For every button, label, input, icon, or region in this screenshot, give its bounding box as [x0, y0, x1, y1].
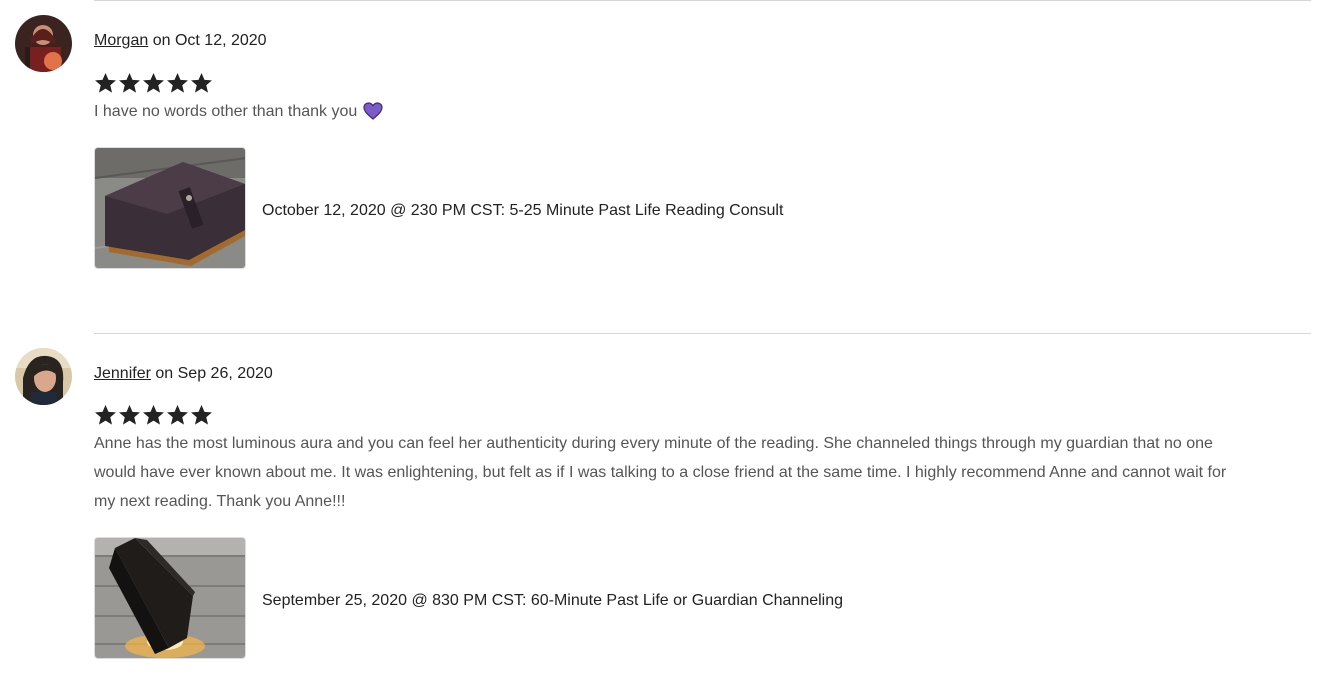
review-divider — [94, 0, 1311, 1]
star-icon — [191, 404, 212, 425]
review-text: Anne has the most luminous aura and you … — [94, 435, 1227, 510]
review-divider — [94, 333, 1311, 334]
author-link[interactable]: Jennifer — [94, 365, 151, 382]
review-text: I have no words other than thank you — [94, 103, 358, 120]
review-meta: Morgan on Oct 12, 2020 — [94, 32, 267, 50]
product-title[interactable]: October 12, 2020 @ 230 PM CST: 5-25 Minu… — [262, 202, 783, 220]
star-icon — [119, 72, 140, 93]
product-title[interactable]: September 25, 2020 @ 830 PM CST: 60-Minu… — [262, 592, 843, 610]
product-thumbnail[interactable] — [94, 537, 246, 659]
star-rating — [94, 403, 214, 429]
star-icon — [143, 72, 164, 93]
review-date: Oct 12, 2020 — [174, 32, 267, 49]
star-icon — [167, 404, 188, 425]
avatar[interactable] — [15, 348, 72, 405]
star-icon — [95, 404, 116, 425]
author-link[interactable]: Morgan — [94, 32, 148, 49]
review-body: I have no words other than thank you — [94, 97, 1244, 130]
review-item: Jennifer on Sep 26, 2020 Anne has the mo… — [0, 333, 1324, 680]
product-thumbnail[interactable] — [94, 147, 246, 269]
star-icon — [95, 72, 116, 93]
star-icon — [143, 404, 164, 425]
date-prefix: on — [155, 365, 174, 382]
star-icon — [167, 72, 188, 93]
star-rating — [94, 71, 214, 97]
avatar[interactable] — [15, 15, 72, 72]
date-prefix: on — [152, 32, 171, 49]
review-date: Sep 26, 2020 — [177, 365, 273, 382]
review-meta: Jennifer on Sep 26, 2020 — [94, 365, 273, 383]
star-icon — [191, 72, 212, 93]
review-body: Anne has the most luminous aura and you … — [94, 429, 1244, 516]
review-item: Morgan on Oct 12, 2020 I have no words o… — [0, 0, 1324, 333]
star-icon — [119, 404, 140, 425]
purple-heart-icon — [363, 101, 383, 130]
